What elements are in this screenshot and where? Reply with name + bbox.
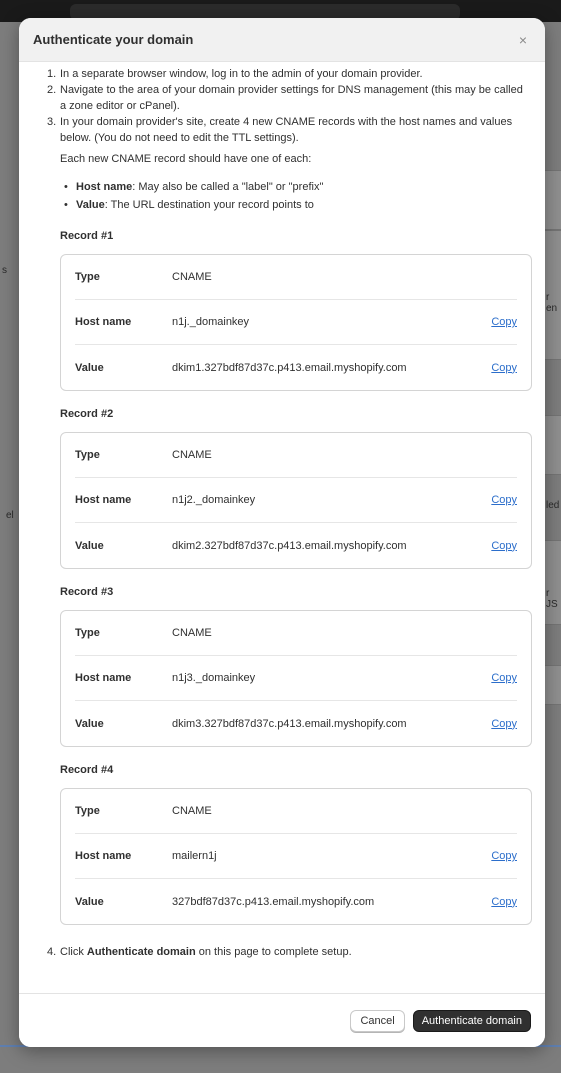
authenticate-domain-button[interactable]: Authenticate domain [412, 1009, 531, 1032]
step4-bold-text: Authenticate domain [86, 946, 196, 958]
instructions-list: 1. In a separate browser window, log in … [36, 66, 532, 960]
step-text: In a separate browser window, log in to … [60, 68, 423, 80]
record-host-value: n1j3._domainkey [172, 672, 256, 684]
instruction-step: 4. Click Authenticate domain on this pag… [36, 944, 531, 960]
record-label: Type [75, 805, 100, 817]
record-card: Type CNAME Host name n1j2._domainkey Cop… [60, 432, 532, 569]
bullet-description: : May also be called a "label" or "prefi… [132, 181, 324, 193]
record-type-value: CNAME [172, 449, 212, 461]
record-label: Value [75, 539, 104, 552]
record-card: Type CNAME Host name mailern1j Copy Valu… [60, 788, 532, 925]
step4-post-text: on this page to complete setup. [195, 946, 352, 958]
record-label: Type [75, 449, 100, 461]
record-row-type: Type CNAME [75, 611, 517, 656]
modal-body: 1. In a separate browser window, log in … [19, 62, 545, 992]
copy-host-link[interactable]: Copy [487, 670, 517, 686]
background-text-fragment: s [2, 265, 7, 276]
copy-host-link[interactable]: Copy [487, 314, 517, 330]
background-text-fragment: r JS [546, 588, 558, 610]
record-label: Host name [75, 494, 132, 506]
bullet-term: Host name [76, 181, 133, 193]
record-value-value: 327bdf87d37c.p413.email.myshopify.com [172, 895, 375, 908]
record-value-value: dkim1.327bdf87d37c.p413.email.myshopify.… [172, 361, 407, 374]
step-number: 2. [47, 84, 57, 96]
record-row-host: Host name n1j._domainkey Copy [75, 300, 517, 345]
copy-host-link[interactable]: Copy [487, 848, 517, 864]
cancel-button[interactable]: Cancel [350, 1009, 405, 1032]
record-type-value: CNAME [172, 271, 212, 283]
bullet-item: Host name: May also be called a "label" … [60, 179, 531, 195]
record-row-type: Type CNAME [75, 789, 517, 834]
modal-footer: Cancel Authenticate domain [19, 993, 545, 1047]
background-text-fragment: el [6, 510, 14, 521]
record-row-type: Type CNAME [75, 433, 517, 478]
record-host-value: mailern1j [172, 850, 217, 862]
record-card: Type CNAME Host name n1j3._domainkey Cop… [60, 610, 532, 747]
copy-host-link[interactable]: Copy [487, 492, 517, 508]
record-title: Record #1 [60, 230, 114, 242]
step-text: Click Authenticate domain on this page t… [60, 944, 531, 960]
record-label: Host name [75, 850, 132, 862]
step-number: 4. [47, 946, 57, 958]
each-record-text: Each new CNAME record should have one of… [60, 153, 312, 165]
record-row-host: Host name n1j2._domainkey Copy [75, 478, 517, 523]
record-row-host: Host name n1j3._domainkey Copy [75, 656, 517, 701]
record-label: Host name [75, 672, 132, 684]
copy-value-link[interactable]: Copy [487, 716, 517, 732]
step-details: Each new CNAME record should have one of… [60, 151, 532, 925]
record-title: Record #4 [60, 764, 114, 776]
step-text: Navigate to the area of your domain prov… [60, 84, 523, 112]
record-label: Host name [75, 316, 132, 328]
record-host-value: n1j._domainkey [172, 316, 250, 328]
record-row-type: Type CNAME [75, 255, 517, 300]
record-row-value: Value dkim3.327bdf87d37c.p413.email.mysh… [75, 701, 517, 746]
record-card: Type CNAME Host name n1j._domainkey Copy… [60, 254, 532, 391]
step-number: 3. [47, 116, 57, 128]
close-icon[interactable]: × [515, 32, 531, 48]
bullet-description: : The URL destination your record points… [104, 199, 314, 211]
bullet-term: Value [76, 199, 105, 211]
step-number: 1. [47, 68, 57, 80]
background-text-fragment: led [546, 500, 560, 511]
bullet-item: Value: The URL destination your record p… [60, 197, 531, 213]
record-row-value: Value dkim1.327bdf87d37c.p413.email.mysh… [75, 345, 517, 390]
record-host-value: n1j2._domainkey [172, 494, 256, 506]
record-value-value: dkim2.327bdf87d37c.p413.email.myshopify.… [172, 539, 407, 552]
instruction-step: 3. In your domain provider's site, creat… [36, 114, 532, 925]
background-text-fragment: r en [546, 292, 558, 314]
copy-value-link[interactable]: Copy [487, 538, 517, 554]
record-label: Type [75, 271, 100, 283]
step4-pre-text: Click [60, 946, 87, 958]
record-label: Type [75, 627, 100, 639]
record-fields-list: Host name: May also be called a "label" … [60, 179, 531, 213]
instruction-step: 1. In a separate browser window, log in … [36, 66, 531, 82]
record-label: Value [75, 361, 104, 374]
record-type-value: CNAME [172, 627, 212, 639]
record-row-host: Host name mailern1j Copy [75, 834, 517, 879]
step-text: In your domain provider's site, create 4… [60, 116, 513, 144]
record-value-value: dkim3.327bdf87d37c.p413.email.myshopify.… [172, 717, 407, 730]
record-label: Value [75, 717, 104, 730]
copy-value-link[interactable]: Copy [487, 894, 517, 910]
record-type-value: CNAME [172, 805, 212, 817]
record-label: Value [75, 895, 104, 908]
record-row-value: Value 327bdf87d37c.p413.email.myshopify.… [75, 879, 517, 924]
record-title: Record #2 [60, 408, 114, 420]
copy-value-link[interactable]: Copy [487, 360, 517, 376]
authenticate-domain-modal: Authenticate your domain × 1. In a separ… [19, 18, 545, 1047]
modal-title: Authenticate your domain [33, 32, 194, 47]
modal-header: Authenticate your domain × [19, 18, 545, 62]
record-row-value: Value dkim2.327bdf87d37c.p413.email.mysh… [75, 523, 517, 568]
instruction-step: 2. Navigate to the area of your domain p… [36, 82, 531, 114]
record-title: Record #3 [60, 586, 114, 598]
